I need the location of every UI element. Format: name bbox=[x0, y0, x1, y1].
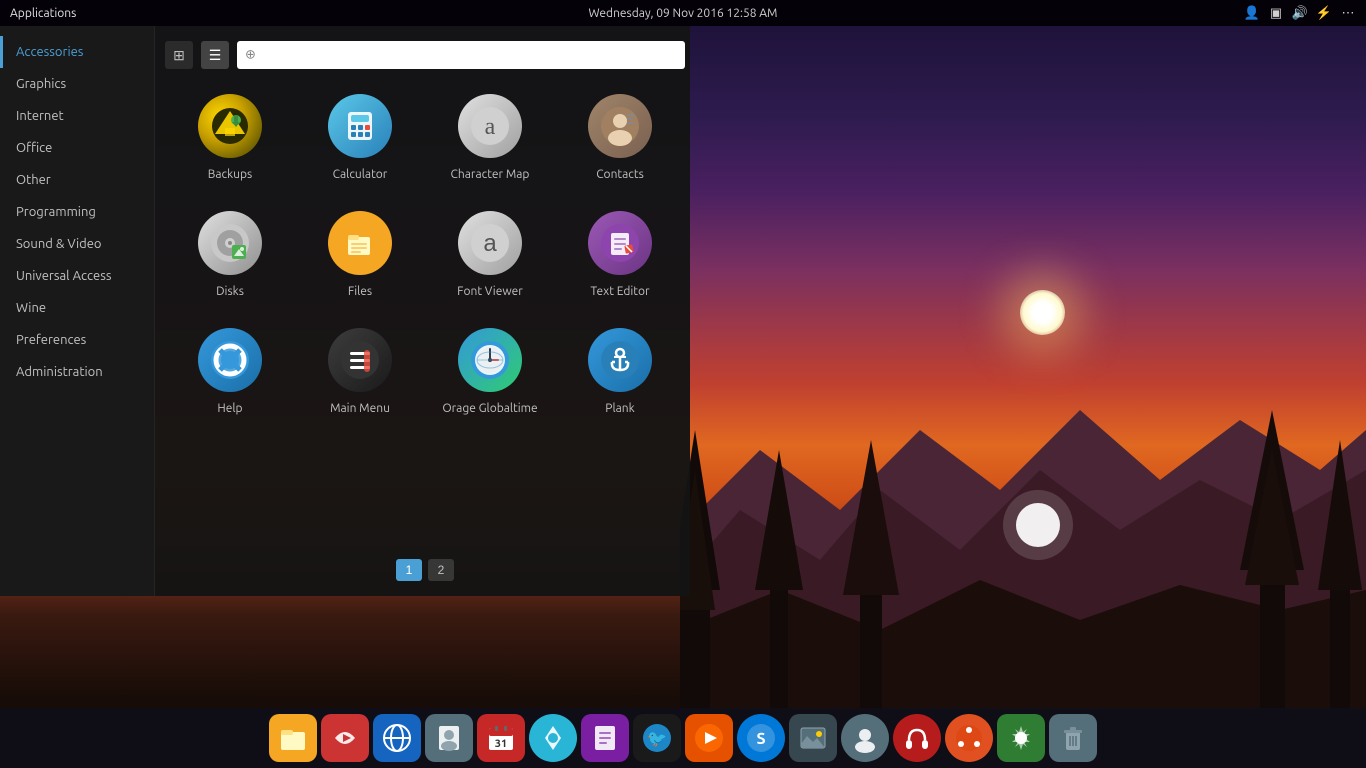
dock-contacts[interactable] bbox=[425, 714, 473, 762]
svg-text:a: a bbox=[485, 114, 496, 140]
sidebar-item-sound-video[interactable]: Sound & Video bbox=[0, 228, 154, 260]
svg-text:🐦: 🐦 bbox=[647, 730, 667, 748]
topbar-left: Applications bbox=[10, 7, 76, 20]
search-wrapper: ⊕ bbox=[237, 41, 685, 69]
app-menu-label[interactable]: Applications bbox=[10, 7, 76, 20]
dock-skype[interactable]: S bbox=[737, 714, 785, 762]
app-help[interactable]: Help bbox=[165, 313, 295, 430]
page-2-button[interactable]: 2 bbox=[428, 559, 454, 581]
sidebar: Accessories Graphics Internet Office Oth… bbox=[0, 26, 155, 596]
pagination: 1 2 bbox=[155, 549, 695, 586]
sidebar-item-accessories[interactable]: Accessories bbox=[0, 36, 154, 68]
contacts-label: Contacts bbox=[596, 168, 644, 181]
backups-label: Backups bbox=[208, 168, 253, 181]
app-orage[interactable]: Orage Globaltime bbox=[425, 313, 555, 430]
sidebar-item-wine[interactable]: Wine bbox=[0, 292, 154, 324]
apps-grid: Backups Calculator bbox=[155, 79, 695, 549]
sidebar-item-internet[interactable]: Internet bbox=[0, 100, 154, 132]
app-contacts[interactable]: Contacts bbox=[555, 79, 685, 196]
sidebar-item-preferences[interactable]: Preferences bbox=[0, 324, 154, 356]
app-mainmenu[interactable]: Main Menu bbox=[295, 313, 425, 430]
topbar-right: 👤 ▣ 🔊 ⚡ ⋯ bbox=[1244, 5, 1356, 21]
app-calculator[interactable]: Calculator bbox=[295, 79, 425, 196]
charmap-label: Character Map bbox=[451, 168, 530, 181]
sidebar-item-universal-access[interactable]: Universal Access bbox=[0, 260, 154, 292]
sidebar-item-programming[interactable]: Programming bbox=[0, 196, 154, 228]
help-label: Help bbox=[217, 402, 242, 415]
app-texteditor[interactable]: Text Editor bbox=[555, 196, 685, 313]
help-icon bbox=[198, 328, 262, 392]
power-icon[interactable]: ⚡ bbox=[1316, 5, 1332, 21]
contacts-icon bbox=[588, 94, 652, 158]
sidebar-item-administration[interactable]: Administration bbox=[0, 356, 154, 388]
app-launcher: Accessories Graphics Internet Office Oth… bbox=[0, 26, 690, 596]
fontviewer-label: Font Viewer bbox=[457, 285, 523, 298]
mainmenu-label: Main Menu bbox=[330, 402, 390, 415]
display-icon[interactable]: ▣ bbox=[1268, 5, 1284, 21]
texteditor-icon bbox=[588, 211, 652, 275]
app-fontviewer[interactable]: a Font Viewer bbox=[425, 196, 555, 313]
orage-label: Orage Globaltime bbox=[442, 402, 537, 415]
dock: 31 🐦 S bbox=[0, 708, 1366, 768]
dock-headphones[interactable] bbox=[893, 714, 941, 762]
page-1-button[interactable]: 1 bbox=[396, 559, 422, 581]
search-input[interactable] bbox=[237, 41, 685, 69]
calculator-label: Calculator bbox=[333, 168, 388, 181]
more-icon[interactable]: ⋯ bbox=[1340, 5, 1356, 21]
app-files[interactable]: Files bbox=[295, 196, 425, 313]
orage-icon bbox=[458, 328, 522, 392]
dock-browser[interactable] bbox=[373, 714, 421, 762]
topbar: Applications Wednesday, 09 Nov 2016 12:5… bbox=[0, 0, 1366, 26]
dock-preferences[interactable] bbox=[997, 714, 1045, 762]
app-backups[interactable]: Backups bbox=[165, 79, 295, 196]
dock-usermgr[interactable] bbox=[841, 714, 889, 762]
volume-icon[interactable]: 🔊 bbox=[1292, 5, 1308, 21]
dock-calendar[interactable]: 31 bbox=[477, 714, 525, 762]
sidebar-item-graphics[interactable]: Graphics bbox=[0, 68, 154, 100]
grid-view-button[interactable]: ⊞ bbox=[165, 41, 193, 69]
topbar-datetime: Wednesday, 09 Nov 2016 12:58 AM bbox=[589, 7, 778, 20]
dock-corebird[interactable]: 🐦 bbox=[633, 714, 681, 762]
disks-label: Disks bbox=[216, 285, 244, 298]
files-icon bbox=[328, 211, 392, 275]
toolbar: ⊞ ☰ ⊕ bbox=[155, 36, 695, 79]
dock-pastebin[interactable] bbox=[321, 714, 369, 762]
list-view-button[interactable]: ☰ bbox=[201, 41, 229, 69]
calculator-icon bbox=[328, 94, 392, 158]
dock-images[interactable] bbox=[789, 714, 837, 762]
app-charmap[interactable]: a Character Map bbox=[425, 79, 555, 196]
user-icon[interactable]: 👤 bbox=[1244, 5, 1260, 21]
svg-text:S: S bbox=[756, 730, 765, 748]
charmap-icon: a bbox=[458, 94, 522, 158]
backups-icon bbox=[198, 94, 262, 158]
sidebar-item-office[interactable]: Office bbox=[0, 132, 154, 164]
dock-trash[interactable] bbox=[1049, 714, 1097, 762]
dock-ubuntu-software[interactable] bbox=[945, 714, 993, 762]
dock-vpn[interactable] bbox=[529, 714, 577, 762]
mainmenu-icon bbox=[328, 328, 392, 392]
app-plank[interactable]: Plank bbox=[555, 313, 685, 430]
dock-notes[interactable] bbox=[581, 714, 629, 762]
sidebar-item-other[interactable]: Other bbox=[0, 164, 154, 196]
dock-player[interactable] bbox=[685, 714, 733, 762]
svg-text:31: 31 bbox=[495, 738, 507, 750]
dock-files[interactable] bbox=[269, 714, 317, 762]
svg-text:a: a bbox=[483, 230, 497, 257]
fontviewer-icon: a bbox=[458, 211, 522, 275]
plank-label: Plank bbox=[605, 402, 634, 415]
main-content: ⊞ ☰ ⊕ B bbox=[155, 26, 695, 596]
files-label: Files bbox=[348, 285, 372, 298]
plank-icon bbox=[588, 328, 652, 392]
app-disks[interactable]: Disks bbox=[165, 196, 295, 313]
texteditor-label: Text Editor bbox=[590, 285, 649, 298]
disks-icon bbox=[198, 211, 262, 275]
